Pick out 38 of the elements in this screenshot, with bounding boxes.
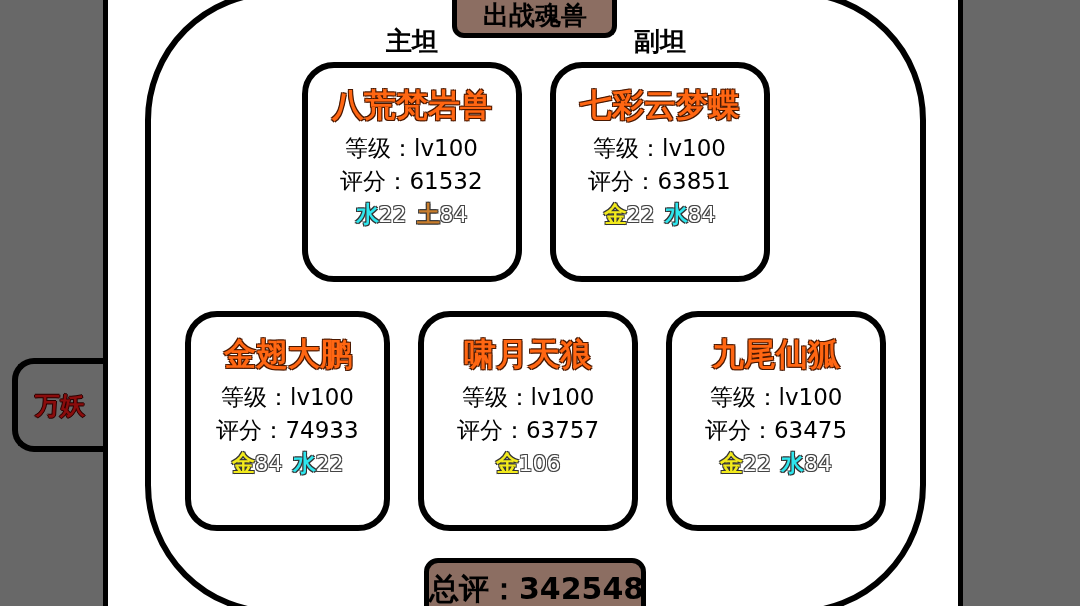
score-text: 评分：63475 — [704, 416, 848, 445]
element-value: 22 — [626, 201, 655, 229]
element-tag: 水 — [664, 198, 688, 231]
element-value: 84 — [254, 450, 283, 478]
element-value: 22 — [378, 201, 407, 229]
element-value: 106 — [518, 450, 561, 478]
element-tag: 水 — [292, 447, 316, 480]
element-tag: 水 — [781, 447, 804, 480]
score-text: 评分：74933 — [216, 416, 359, 445]
element-value: 84 — [687, 201, 716, 229]
side-card-title: 万妖 — [35, 389, 85, 422]
level-text: 等级：lv100 — [221, 383, 354, 412]
element-tag: 金 — [231, 447, 255, 480]
level-text: 等级：lv100 — [709, 383, 843, 412]
score-text: 评分：61532 — [340, 167, 483, 196]
role-label: 主坦 — [385, 26, 438, 56]
beast-name: 七彩云梦蝶 — [579, 86, 740, 124]
element-value: 22 — [315, 450, 344, 478]
element-tag: 水 — [355, 198, 379, 231]
team-title: 出战魂兽 — [452, 0, 617, 38]
element-value: 84 — [804, 450, 832, 478]
level-text: 等级：lv100 — [593, 134, 726, 163]
element-tag: 金 — [603, 198, 627, 231]
level-text: 等级：lv100 — [345, 134, 478, 163]
total-score: 总评：342548 — [424, 558, 646, 606]
role-label: 副坦 — [633, 26, 686, 56]
beast-name: 九尾仙狐 — [712, 335, 840, 373]
element-tag: 金 — [720, 447, 743, 480]
level-text: 等级：lv100 — [461, 383, 595, 412]
element-value: 84 — [439, 201, 468, 229]
beast-name: 金翅大鹏 — [223, 335, 352, 373]
beast-name: 八荒梵岩兽 — [331, 86, 492, 124]
element-tag: 金 — [495, 447, 519, 480]
element-value: 22 — [743, 450, 771, 478]
score-text: 评分：63851 — [588, 167, 731, 196]
score-text: 评分：63757 — [456, 416, 600, 445]
element-tag: 土 — [416, 198, 440, 231]
beast-name: 啸月天狼 — [464, 335, 592, 373]
